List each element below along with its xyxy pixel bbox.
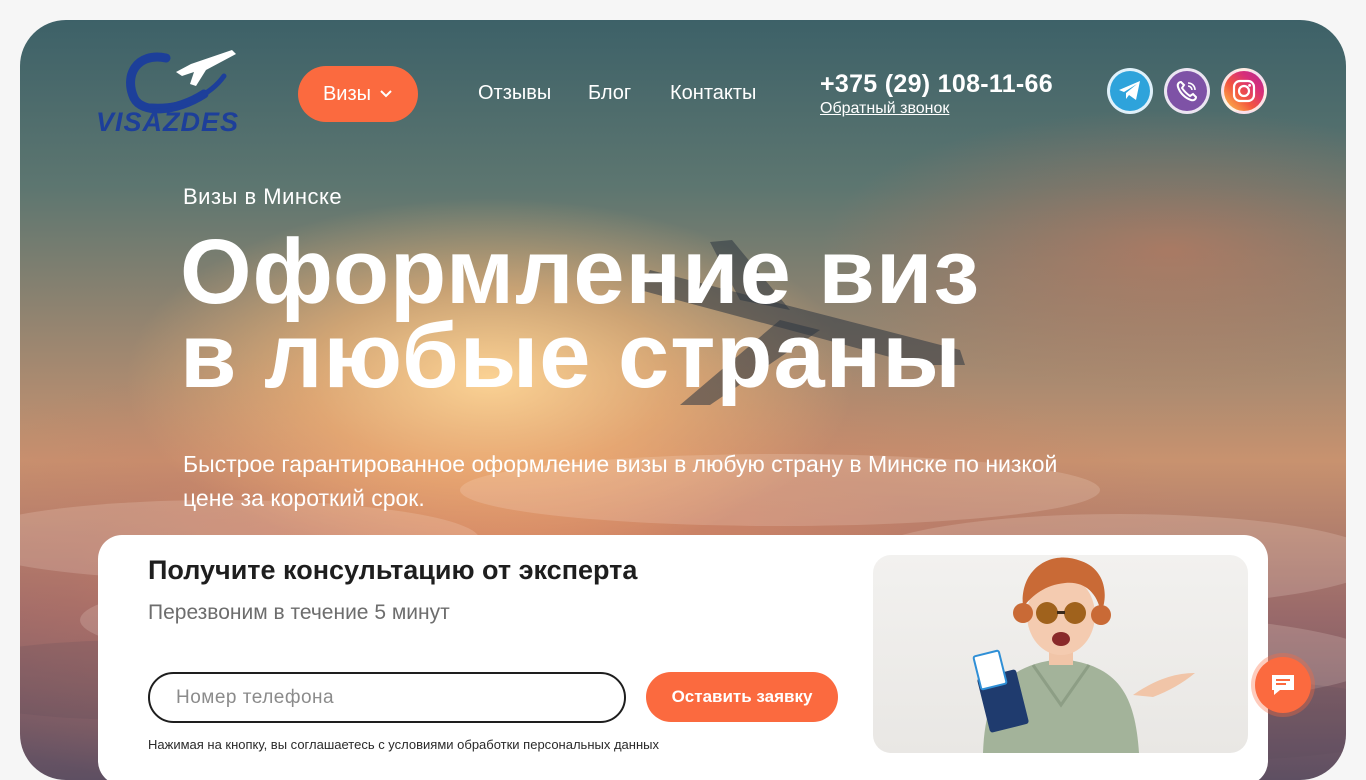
logo-swoosh-icon [126,50,236,114]
visas-label: Визы [322,82,372,105]
logo[interactable]: VISAZDES [96,46,242,138]
callback-link[interactable]: Обратный звонок [820,100,949,118]
happy-traveler-photo [873,555,1248,753]
instagram-button[interactable] [1221,68,1267,114]
telegram-button[interactable] [1107,68,1153,114]
chat-button[interactable] [1255,657,1311,713]
chevron-down-icon [380,90,392,98]
form-subtitle: Перезвоним в течение 5 минут [148,601,450,624]
hero-section: VISAZDES Визы Отзывы Блог Контакты +375 … [20,20,1346,780]
hero-eyebrow: Визы в Минске [183,184,343,209]
telegram-icon [1119,81,1140,100]
form-title: Получите консультацию от эксперта [148,555,638,585]
logo-wordmark: VISAZDES [96,107,240,137]
viber-icon [1176,80,1198,102]
nav-link-blog[interactable]: Блог [588,82,631,105]
instagram-icon [1232,79,1256,103]
nav-link-contacts[interactable]: Контакты [670,82,756,105]
nav-link-reviews[interactable]: Отзывы [478,82,551,105]
headline-line-1: Оформление виз [180,221,981,323]
visas-dropdown-button[interactable]: Визы [298,66,418,122]
chat-icon [1272,675,1294,695]
viber-button[interactable] [1164,68,1210,114]
phone-input[interactable] [148,672,626,723]
hero-headline: Оформление виз в любые страны [180,221,981,407]
phone-number[interactable]: +375 (29) 108-11-66 [820,70,1053,99]
consultation-card: Получите консультацию от эксперта Перезв… [98,535,1268,780]
consent-text: Нажимая на кнопку, вы соглашаетесь с усл… [148,737,659,752]
headline-line-2: в любые страны [180,305,962,407]
submit-request-button[interactable]: Оставить заявку [646,672,838,722]
hero-subtitle: Быстрое гарантированное оформление визы … [183,451,1058,511]
